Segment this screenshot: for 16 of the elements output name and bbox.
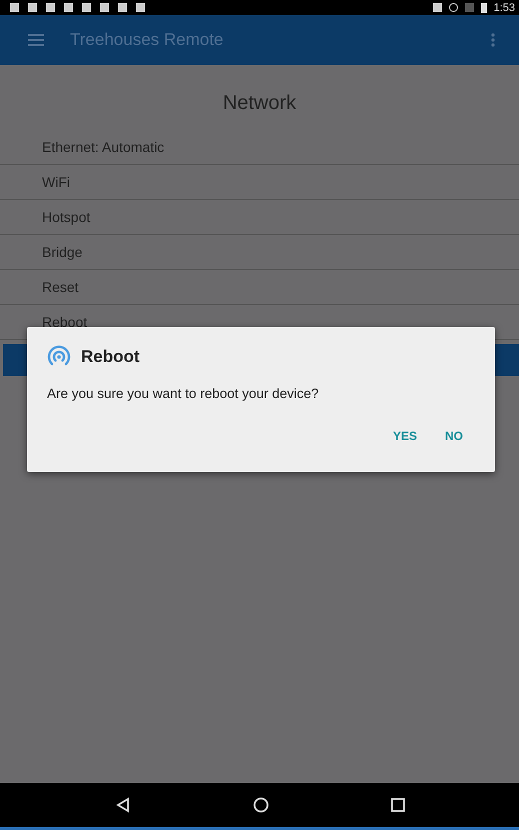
list-item[interactable]: Hotspot [0, 200, 519, 235]
page-title: Network [222, 92, 298, 116]
dialog-message: Are you sure you want to reboot your device? [47, 386, 320, 401]
app-title: Treehouses Remote [70, 30, 224, 50]
list-item[interactable]: Reset [0, 270, 519, 305]
back-icon[interactable] [114, 797, 130, 813]
dialog-button[interactable]: NO [439, 425, 469, 447]
recents-icon[interactable] [390, 798, 404, 812]
list-item[interactable]: WiFi [0, 165, 519, 200]
battery-icon [480, 2, 487, 12]
dialog-button[interactable]: YES [386, 425, 423, 447]
home-icon[interactable] [252, 797, 268, 813]
list-item[interactable]: Bridge [0, 235, 519, 270]
list-item[interactable]: Ethernet: Automatic [0, 130, 519, 165]
dialog-title: Reboot [81, 347, 140, 367]
clock: 1:53 [494, 2, 515, 14]
